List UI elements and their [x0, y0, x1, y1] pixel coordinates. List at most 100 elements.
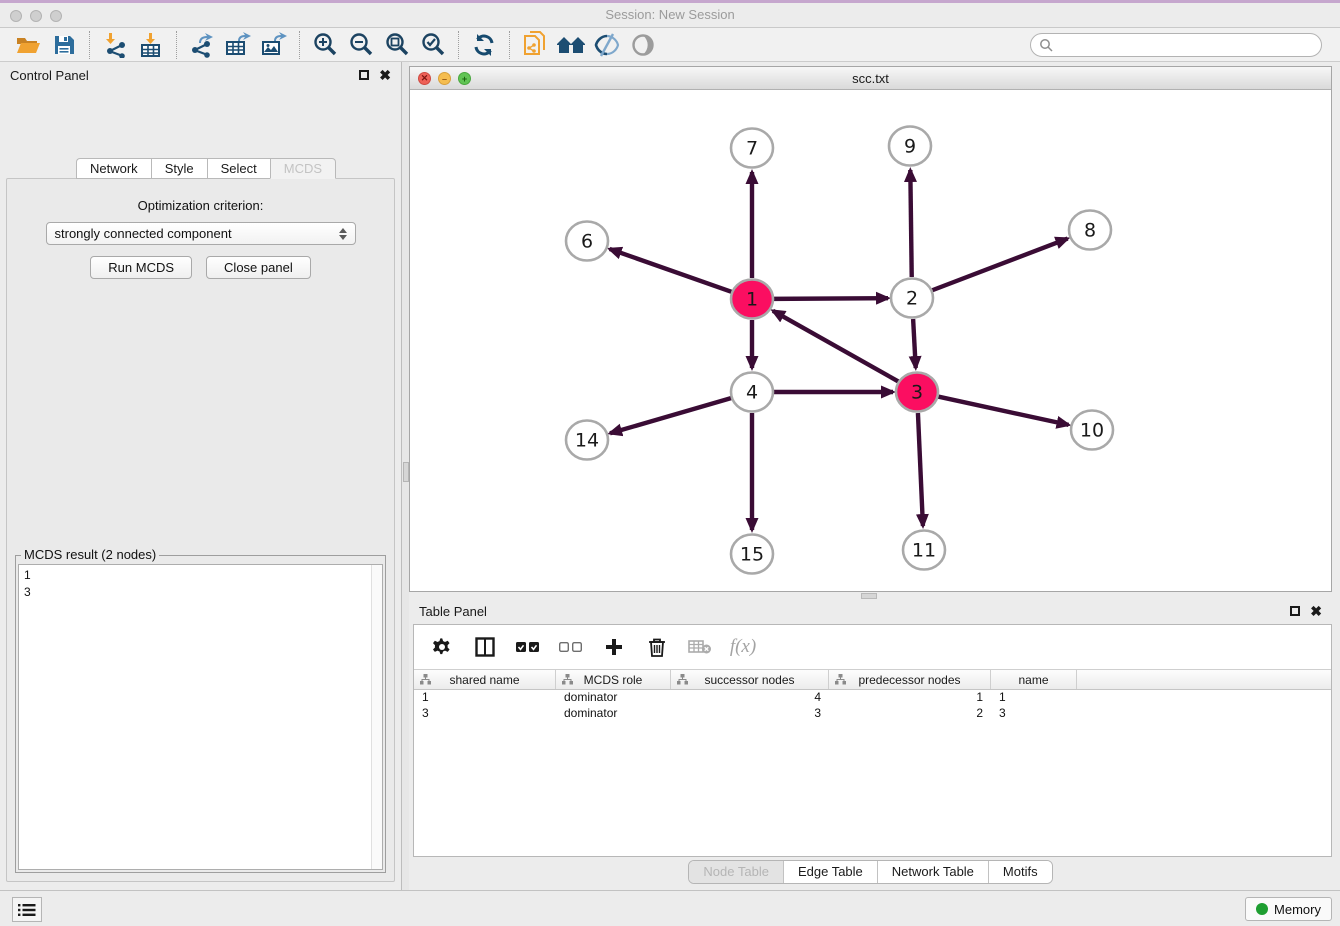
result-scrollbar[interactable]	[371, 565, 382, 869]
import-network-icon[interactable]	[97, 30, 133, 60]
graph-node-label-1: 1	[746, 289, 758, 311]
graph-node-label-10: 10	[1080, 420, 1104, 442]
column-header-mcds-role[interactable]: MCDS role	[556, 670, 671, 689]
table-panel-header: Table Panel ✖	[409, 600, 1332, 622]
graph-edge-1-2[interactable]	[773, 298, 888, 299]
toolbar-separator	[509, 31, 510, 59]
table-cell[interactable]: 3	[991, 706, 1077, 722]
delete-column-icon[interactable]	[645, 635, 669, 659]
close-panel-icon[interactable]: ✖	[379, 70, 391, 80]
table-cell[interactable]: 1	[829, 690, 991, 706]
column-header-predecessor-nodes[interactable]: predecessor nodes	[829, 670, 991, 689]
graph-node-label-4: 4	[746, 382, 758, 404]
memory-status-icon	[1256, 903, 1268, 915]
float-panel-icon[interactable]	[359, 70, 369, 80]
clone-network-icon[interactable]	[517, 30, 553, 60]
toolbar-separator	[176, 31, 177, 59]
show-graphics-details-icon[interactable]	[625, 30, 661, 60]
add-column-icon[interactable]	[602, 635, 626, 659]
column-header-name[interactable]: name	[991, 670, 1077, 689]
zoom-selected-icon[interactable]	[415, 30, 451, 60]
graph-edge-3-10[interactable]	[938, 396, 1069, 424]
table-cell[interactable]: 2	[829, 706, 991, 722]
table-row[interactable]: 1dominator411	[414, 690, 1331, 706]
graph-node-label-11: 11	[912, 540, 936, 562]
status-bar: Memory	[0, 890, 1340, 926]
graph-edge-1-6[interactable]	[610, 249, 733, 292]
float-table-panel-icon[interactable]	[1290, 606, 1300, 616]
graph-edge-2-9[interactable]	[910, 170, 911, 277]
select-all-columns-icon[interactable]	[516, 635, 540, 659]
refresh-icon[interactable]	[466, 30, 502, 60]
tab-node-table[interactable]: Node Table	[689, 861, 784, 883]
tab-motifs[interactable]: Motifs	[989, 861, 1052, 883]
graph-node-label-9: 9	[904, 136, 916, 158]
table-cell[interactable]: 1	[414, 690, 556, 706]
table-cell[interactable]: 3	[414, 706, 556, 722]
export-image-icon[interactable]	[256, 30, 292, 60]
mcds-result-text[interactable]: 1 3	[19, 565, 370, 869]
memory-button[interactable]: Memory	[1245, 897, 1332, 921]
table-row[interactable]: 3dominator323	[414, 706, 1331, 722]
table-cell[interactable]: dominator	[556, 690, 671, 706]
graph-edge-2-3[interactable]	[913, 319, 916, 368]
deselect-all-columns-icon[interactable]	[559, 635, 583, 659]
network-window-controls: ✕ – +	[418, 72, 471, 85]
tab-select[interactable]: Select	[207, 158, 270, 179]
table-settings-icon[interactable]	[430, 635, 454, 659]
zoom-fit-icon[interactable]	[379, 30, 415, 60]
export-table-icon[interactable]	[220, 30, 256, 60]
table-cell[interactable]: 3	[671, 706, 829, 722]
graph-edge-3-1[interactable]	[773, 311, 899, 382]
graph-node-label-8: 8	[1084, 220, 1096, 242]
search-input[interactable]	[1058, 38, 1313, 52]
tab-network-table[interactable]: Network Table	[878, 861, 989, 883]
split-view-icon[interactable]	[473, 635, 497, 659]
hierarchy-icon	[420, 674, 431, 685]
dropdown-value: strongly connected component	[55, 226, 232, 241]
optimization-criterion-dropdown[interactable]: strongly connected component	[46, 222, 356, 245]
home-icon[interactable]	[553, 30, 589, 60]
save-session-icon[interactable]	[46, 30, 82, 60]
run-mcds-button[interactable]: Run MCDS	[90, 256, 192, 279]
table-cell[interactable]: 4	[671, 690, 829, 706]
tab-style[interactable]: Style	[151, 158, 207, 179]
table-cell[interactable]: 1	[991, 690, 1077, 706]
zoom-out-icon[interactable]	[343, 30, 379, 60]
search-box	[1030, 33, 1322, 57]
import-table-icon[interactable]	[133, 30, 169, 60]
horizontal-splitter[interactable]	[409, 592, 1332, 600]
vertical-splitter[interactable]	[401, 62, 409, 890]
tab-mcds[interactable]: MCDS	[270, 158, 336, 179]
control-panel: Control Panel ✖ Network Style Select MCD…	[0, 62, 401, 890]
network-graph[interactable]: 1234678910111415	[410, 90, 1331, 592]
export-network-icon[interactable]	[184, 30, 220, 60]
delete-table-icon[interactable]	[688, 635, 712, 659]
tab-network[interactable]: Network	[76, 158, 151, 179]
close-table-panel-icon[interactable]: ✖	[1310, 606, 1322, 616]
graph-edge-2-8[interactable]	[932, 239, 1068, 291]
zoom-in-icon[interactable]	[307, 30, 343, 60]
column-header-successor-nodes[interactable]: successor nodes	[671, 670, 829, 689]
graph-edge-3-11[interactable]	[918, 413, 923, 526]
table-cell[interactable]: dominator	[556, 706, 671, 722]
hierarchy-icon	[677, 674, 688, 685]
network-minimize-button[interactable]: –	[438, 72, 451, 85]
graph-node-label-7: 7	[746, 138, 758, 160]
horizontal-splitter-grip[interactable]	[861, 593, 877, 599]
network-canvas[interactable]: 1234678910111415	[410, 90, 1331, 591]
network-view-window: ✕ – + scc.txt 1234678910111415	[409, 66, 1332, 592]
open-session-icon[interactable]	[10, 30, 46, 60]
hide-graphics-details-icon[interactable]	[589, 30, 625, 60]
function-builder-icon[interactable]: f(x)	[731, 635, 755, 659]
table-toolbar: f(x)	[414, 625, 1331, 669]
graph-node-label-2: 2	[906, 288, 918, 310]
graph-edge-4-14[interactable]	[610, 398, 732, 433]
tab-edge-table[interactable]: Edge Table	[784, 861, 878, 883]
close-panel-button[interactable]: Close panel	[206, 256, 311, 279]
mcds-result-title: MCDS result (2 nodes)	[21, 547, 159, 562]
task-history-button[interactable]	[12, 897, 42, 922]
column-header-shared-name[interactable]: shared name	[414, 670, 556, 689]
network-close-button[interactable]: ✕	[418, 72, 431, 85]
network-maximize-button[interactable]: +	[458, 72, 471, 85]
